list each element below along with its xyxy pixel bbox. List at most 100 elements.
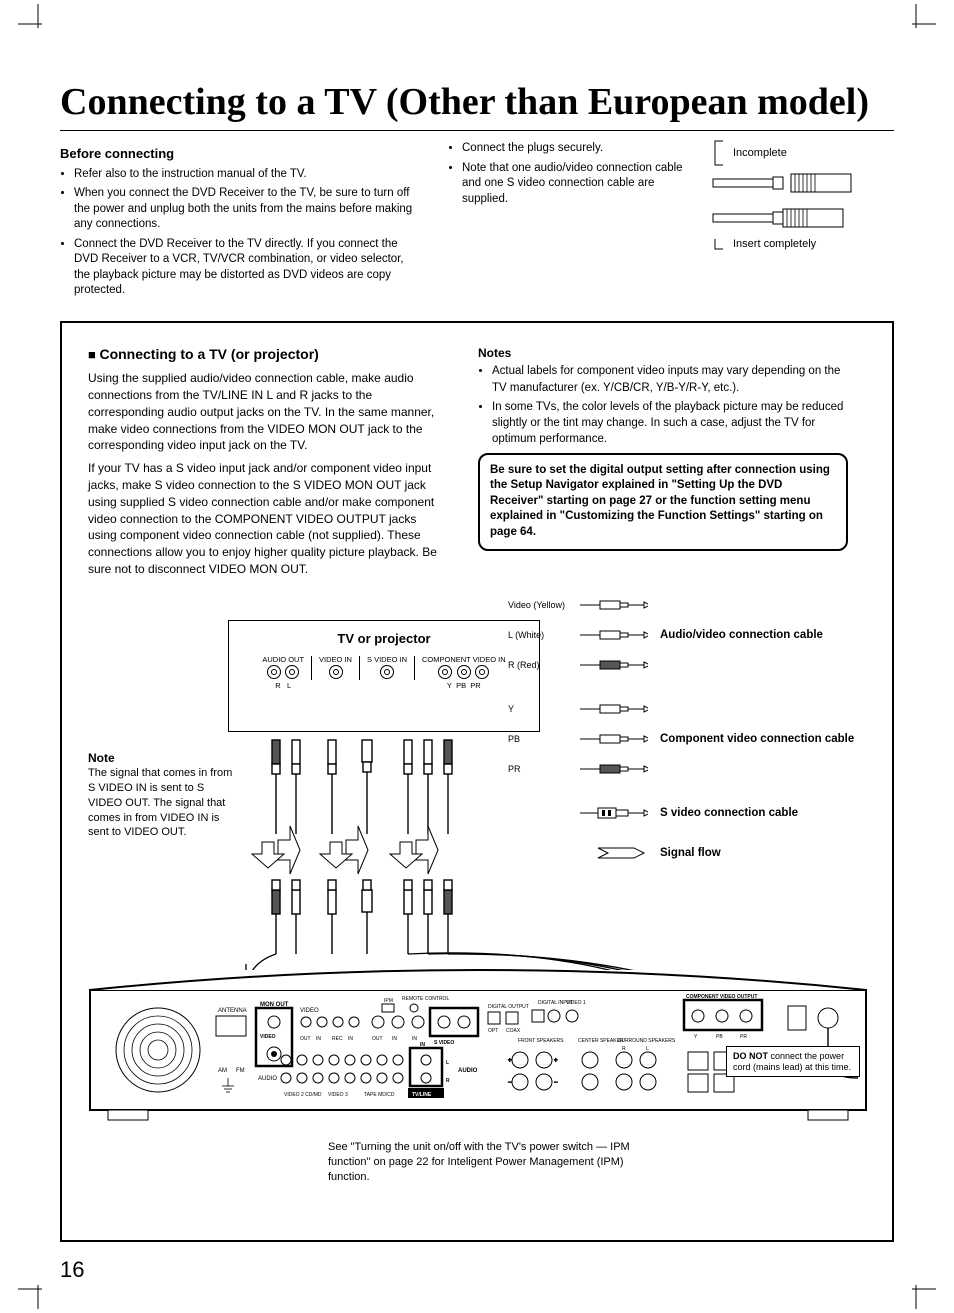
svg-text:−: − bbox=[508, 1080, 512, 1086]
label: COMPONENT VIDEO OUTPUT bbox=[686, 994, 757, 1000]
jack-icon bbox=[438, 665, 452, 679]
callout-box: Be sure to set the digital output settin… bbox=[478, 453, 848, 551]
notes-list: Actual labels for component video inputs… bbox=[478, 363, 848, 446]
label: VIDEO bbox=[260, 1034, 276, 1040]
bullet: Connect the plugs securely. bbox=[462, 141, 683, 157]
label: PB bbox=[456, 681, 466, 690]
page-number: 16 bbox=[60, 1257, 84, 1283]
bullet: Connect the DVD Receiver to the TV direc… bbox=[74, 237, 420, 299]
bracket-icon bbox=[711, 139, 727, 167]
label: FM bbox=[236, 1068, 245, 1074]
label: S VIDEO bbox=[434, 1040, 454, 1046]
side-note-heading: Note bbox=[88, 750, 236, 766]
label: IN bbox=[392, 1036, 397, 1042]
jack-icon bbox=[329, 665, 343, 679]
paragraph: If your TV has a S video input jack and/… bbox=[88, 460, 448, 578]
donot-bold: DO NOT bbox=[733, 1051, 768, 1061]
label: FRONT SPEAKERS bbox=[518, 1038, 564, 1044]
legend-label: R (Red) bbox=[508, 660, 578, 670]
before-bullets-right: Connect the plugs securely. Note that on… bbox=[448, 141, 683, 207]
cable-diagram bbox=[228, 730, 848, 970]
label: AM bbox=[218, 1068, 227, 1074]
plug-complete-icon bbox=[711, 206, 861, 230]
label: TAPE MD/CD bbox=[364, 1092, 395, 1098]
before-heading: Before connecting bbox=[60, 145, 420, 163]
label: AUDIO bbox=[258, 1076, 277, 1082]
do-not-box: DO NOT connect the power cord (mains lea… bbox=[726, 1046, 860, 1078]
receiver-caption: See "Turning the unit on/off with the TV… bbox=[328, 1140, 658, 1185]
label: IN bbox=[412, 1036, 417, 1042]
label: AUDIO bbox=[458, 1068, 478, 1074]
label: R bbox=[446, 1078, 450, 1084]
label: IN bbox=[316, 1036, 321, 1042]
label: MON OUT bbox=[260, 1002, 289, 1008]
label: Y bbox=[447, 681, 452, 690]
svg-text:+: + bbox=[508, 1058, 512, 1064]
label: SURROUND SPEAKERS bbox=[618, 1038, 676, 1044]
section-heading: Connecting to a TV (or projector) bbox=[99, 346, 318, 362]
label: PR bbox=[470, 681, 480, 690]
label: REC bbox=[332, 1036, 343, 1042]
jack-icon bbox=[285, 665, 299, 679]
legend-label: Video (Yellow) bbox=[508, 600, 578, 610]
jack-icon bbox=[380, 665, 394, 679]
rca-plug-icon bbox=[578, 658, 648, 672]
label: TV/LINE bbox=[412, 1092, 432, 1098]
label: IPM bbox=[384, 998, 393, 1004]
label: L bbox=[646, 1046, 649, 1052]
bracket-icon bbox=[711, 237, 727, 251]
tv-title: TV or projector bbox=[229, 631, 539, 646]
square-bullet-icon: ■ bbox=[88, 347, 99, 362]
label: VIDEO 1 bbox=[566, 1000, 586, 1006]
jack-icon bbox=[475, 665, 489, 679]
complete-label: Insert completely bbox=[733, 237, 816, 252]
label: PB bbox=[716, 1034, 723, 1040]
note-item: In some TVs, the color levels of the pla… bbox=[492, 399, 848, 447]
label: COAX bbox=[506, 1028, 521, 1034]
label: PR bbox=[740, 1034, 747, 1040]
label: OUT bbox=[300, 1036, 311, 1042]
tv-box: TV or projector AUDIO OUT R L VIDEO IN bbox=[228, 620, 540, 732]
side-note-text: The signal that comes in from S VIDEO IN… bbox=[88, 766, 236, 840]
label: OPT bbox=[488, 1028, 498, 1034]
plug-incomplete-icon bbox=[711, 171, 861, 195]
svg-text:+: + bbox=[554, 1058, 558, 1064]
bullet: Note that one audio/video connection cab… bbox=[462, 161, 683, 208]
rca-plug-icon bbox=[578, 628, 648, 642]
label: COMPONENT VIDEO IN bbox=[422, 656, 506, 664]
receiver-panel: ANTENNA AM FM MON OUT VIDEO VIDEO bbox=[88, 960, 866, 1130]
label: IN bbox=[348, 1036, 353, 1042]
page-title: Connecting to a TV (Other than European … bbox=[60, 80, 894, 131]
jack-icon bbox=[457, 665, 471, 679]
legend-label: Y bbox=[508, 704, 578, 714]
svg-text:−: − bbox=[554, 1080, 558, 1086]
incomplete-label: Incomplete bbox=[733, 146, 787, 161]
label: AUDIO OUT bbox=[262, 656, 304, 664]
label: REMOTE CONTROL bbox=[402, 996, 449, 1002]
label: VIDEO IN bbox=[319, 656, 352, 664]
label: VIDEO bbox=[300, 1008, 319, 1014]
paragraph: Using the supplied audio/video connectio… bbox=[88, 370, 448, 454]
label: S VIDEO IN bbox=[367, 656, 407, 664]
label: L bbox=[287, 681, 291, 690]
label: R bbox=[275, 681, 280, 690]
main-frame: ■ Connecting to a TV (or projector) Usin… bbox=[60, 321, 894, 1242]
label: DIGITAL OUTPUT bbox=[488, 1004, 529, 1010]
label: IN bbox=[420, 1042, 425, 1048]
label: R bbox=[622, 1046, 626, 1052]
jack-icon bbox=[267, 665, 281, 679]
label: L bbox=[446, 1060, 449, 1066]
bullet: When you connect the DVD Receiver to the… bbox=[74, 186, 420, 233]
label: VIDEO 3 bbox=[328, 1092, 348, 1098]
note-item: Actual labels for component video inputs… bbox=[492, 363, 848, 395]
label: OUT bbox=[372, 1036, 383, 1042]
bullet: Refer also to the instruction manual of … bbox=[74, 167, 420, 183]
legend-text: Audio/video connection cable bbox=[660, 629, 823, 641]
legend-label: L (White) bbox=[508, 630, 578, 640]
before-bullets: Refer also to the instruction manual of … bbox=[60, 167, 420, 299]
label: VIDEO 2 CD/MD bbox=[284, 1092, 322, 1098]
label: ANTENNA bbox=[218, 1008, 247, 1014]
rca-plug-icon bbox=[578, 598, 648, 612]
rca-plug-icon bbox=[578, 702, 648, 716]
notes-heading: Notes bbox=[478, 345, 848, 362]
